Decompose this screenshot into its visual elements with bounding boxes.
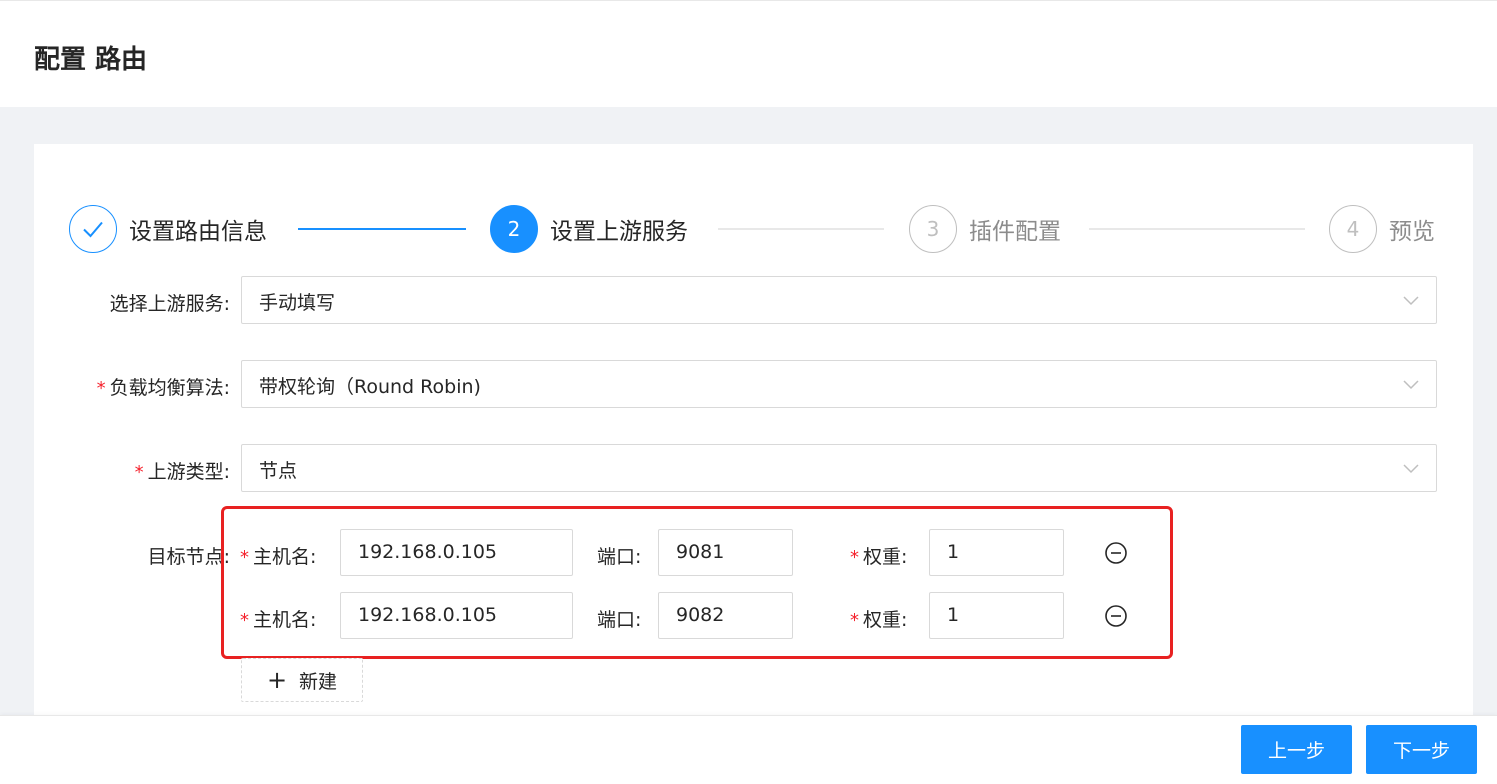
plus-icon: + [266,666,288,694]
page-title: 配置 路由 [34,45,148,75]
upstream-type-label-text: 上游类型 [147,461,224,483]
lb-algorithm-select[interactable]: 带权轮询（Round Robin) [241,360,1437,408]
upstream-type-select[interactable]: 节点 [241,444,1437,492]
upstream-service-label: 选择上游服务: [110,289,230,316]
upstream-service-label-text: 选择上游服务 [109,293,224,315]
step-4-title: 预览 [1389,219,1435,245]
step-4-number: 4 [1329,205,1377,253]
upstream-type-value: 节点 [259,460,298,482]
step-1: 设置路由信息 [69,205,267,253]
lb-algorithm-value: 带权轮询（Round Robin) [259,376,481,398]
chevron-down-icon [1403,464,1419,474]
colon: : [223,293,230,315]
prev-step-button[interactable]: 上一步 [1241,725,1352,774]
add-node-button[interactable]: + 新建 [241,658,363,702]
add-node-label: 新建 [299,670,338,693]
step-connector-3 [1089,228,1305,230]
step-2-number: 2 [490,205,538,253]
colon: : [223,461,230,483]
step-4: 4 预览 [1329,205,1435,253]
step-2: 2 设置上游服务 [490,205,688,253]
required-mark: * [96,378,106,399]
highlight-box [221,506,1173,659]
colon: : [223,377,230,399]
step-connector-1 [298,228,466,230]
lb-algorithm-label-text: 负载均衡算法 [109,377,224,399]
upstream-type-label: * 上游类型: [135,457,230,484]
required-mark: * [134,462,144,483]
chevron-down-icon [1403,296,1419,306]
step-3-number: 3 [909,205,957,253]
step-1-title: 设置路由信息 [129,219,267,245]
target-nodes-label-text: 目标节点 [147,546,224,568]
lb-algorithm-label: * 负载均衡算法: [97,373,230,400]
step-3: 3 插件配置 [909,205,1061,253]
step-connector-2 [718,228,884,230]
check-icon [69,205,117,253]
upstream-service-select[interactable]: 手动填写 [241,276,1437,324]
page-header: 配置 路由 [0,0,1497,107]
upstream-service-value: 手动填写 [259,292,336,314]
step-2-title: 设置上游服务 [550,219,688,245]
chevron-down-icon [1403,380,1419,390]
target-nodes-label: 目标节点: [148,542,230,569]
step-3-title: 插件配置 [969,219,1061,245]
next-step-button[interactable]: 下一步 [1366,725,1477,774]
